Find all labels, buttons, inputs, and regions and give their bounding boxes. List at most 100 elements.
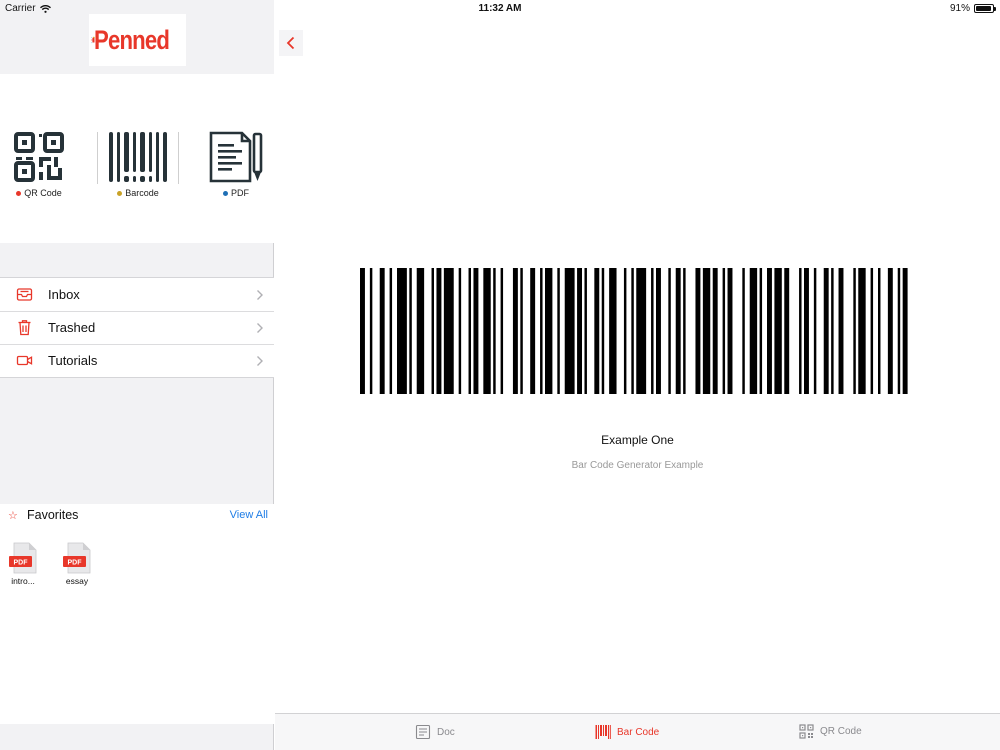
barcode-bar	[389, 268, 393, 394]
tab-label: Doc	[437, 726, 455, 738]
back-button[interactable]	[279, 30, 303, 56]
barcode-bar	[799, 268, 802, 394]
barcode-bar	[722, 268, 726, 394]
barcode-bar	[416, 268, 425, 394]
app-logo: Penned	[89, 14, 186, 66]
generated-barcode-image	[360, 268, 908, 394]
barcode-title: Example One	[601, 433, 674, 447]
sidebar-menu: Inbox Trashed Tutorials	[0, 277, 274, 378]
tab-label: Bar Code	[617, 726, 660, 738]
barcode-bar	[823, 268, 829, 394]
barcode-bar	[858, 268, 866, 394]
favorites-header: ☆ Favorites View All	[0, 504, 274, 528]
barcode-bar	[749, 268, 758, 394]
barcode-bar	[458, 268, 462, 394]
barcode-bar	[870, 268, 874, 394]
favorite-file[interactable]: PDF intro...	[3, 542, 43, 586]
status-battery: 91%	[949, 3, 996, 14]
scan-options-panel: QR Code Barcode PDF	[0, 74, 274, 243]
barcode-bar	[512, 268, 518, 394]
barcode-bar	[557, 268, 560, 394]
battery-icon	[974, 4, 996, 13]
chevron-right-icon	[257, 290, 263, 300]
qr-code-icon	[14, 132, 64, 182]
pdf-file-icon: PDF	[63, 542, 91, 574]
tab-qr-code[interactable]: QR Code	[799, 724, 862, 739]
favorite-file-name: intro...	[11, 576, 35, 586]
barcode-bar	[727, 268, 733, 394]
video-camera-icon	[16, 355, 33, 366]
barcode-bar	[712, 268, 718, 394]
chevron-right-icon	[257, 323, 263, 333]
barcode-icon	[595, 725, 611, 739]
barcode-bar	[530, 268, 536, 394]
pdf-badge-text: PDF	[14, 560, 29, 567]
pdf-document-icon	[209, 131, 263, 183]
barcode-bar	[493, 268, 496, 394]
barcode-bar	[668, 268, 671, 394]
barcode-bar	[813, 268, 817, 394]
barcode-bar	[564, 268, 575, 394]
pdf-file-icon: PDF	[9, 542, 37, 574]
barcode-bar	[742, 268, 745, 394]
scan-option-barcode[interactable]: Barcode	[93, 130, 183, 198]
qr-code-icon	[799, 724, 814, 739]
barcode-bar	[594, 268, 600, 394]
battery-percent: 91%	[949, 3, 970, 14]
barcode-bar	[601, 268, 605, 394]
barcode-bar	[831, 268, 834, 394]
barcode-bar	[623, 268, 627, 394]
barcode-bar	[878, 268, 881, 394]
barcode-bar	[887, 268, 893, 394]
status-bar: Carrier 11:32 AM 91%	[0, 0, 1000, 16]
barcode-bar	[702, 268, 711, 394]
barcode-bar	[468, 268, 471, 394]
carrier-label: Carrier	[5, 3, 36, 14]
pdf-badge-text: PDF	[68, 560, 83, 567]
barcode-bar	[804, 268, 809, 394]
sidebar-item-label: Tutorials	[48, 353, 98, 368]
barcode-bar	[500, 268, 504, 394]
barcode-icon	[109, 132, 167, 182]
barcode-bar	[759, 268, 763, 394]
status-time: 11:32 AM	[478, 3, 522, 14]
scan-option-pdf[interactable]: PDF	[191, 130, 281, 198]
status-dot	[117, 190, 123, 196]
barcode-bar	[443, 268, 454, 394]
wifi-icon	[39, 4, 51, 13]
barcode-bar	[545, 268, 553, 394]
barcode-bar	[838, 268, 844, 394]
barcode-bar	[584, 268, 587, 394]
scan-option-pdf-label: PDF	[231, 188, 249, 198]
sidebar-item-inbox[interactable]: Inbox	[0, 278, 274, 311]
sidebar-item-tutorials[interactable]: Tutorials	[0, 344, 274, 377]
app-name: Penned	[94, 24, 170, 55]
view-all-link[interactable]: View All	[230, 509, 268, 521]
sidebar: Penned QR Code Barcode PDF Inbox Trashed…	[0, 0, 274, 750]
barcode-bar	[379, 268, 385, 394]
barcode-bar	[636, 268, 647, 394]
barcode-bar	[360, 268, 365, 394]
barcode-bar	[656, 268, 661, 394]
tab-bar-code[interactable]: Bar Code	[595, 724, 659, 740]
barcode-bar	[397, 268, 407, 394]
barcode-bar	[897, 268, 901, 394]
barcode-bar	[683, 268, 686, 394]
divider	[178, 132, 179, 184]
barcode-bar	[473, 268, 479, 394]
barcode-bar	[767, 268, 772, 394]
scan-option-label: Barcode	[117, 188, 159, 198]
tab-doc[interactable]: Doc	[415, 724, 455, 740]
sidebar-item-trashed[interactable]: Trashed	[0, 311, 274, 344]
barcode-bar	[784, 268, 790, 394]
scan-option-qr-code[interactable]: QR Code	[0, 130, 84, 198]
scan-option-label: PDF	[223, 188, 249, 198]
status-dot	[16, 190, 22, 196]
battery-level	[976, 6, 991, 11]
favorite-file[interactable]: PDF essay	[57, 542, 97, 586]
barcode-bar	[774, 268, 782, 394]
inbox-icon	[16, 288, 33, 301]
tab-bar: Doc Bar Code QR Code	[275, 713, 1000, 750]
sidebar-item-label: Trashed	[48, 320, 96, 335]
favorite-file-name: essay	[65, 576, 89, 586]
